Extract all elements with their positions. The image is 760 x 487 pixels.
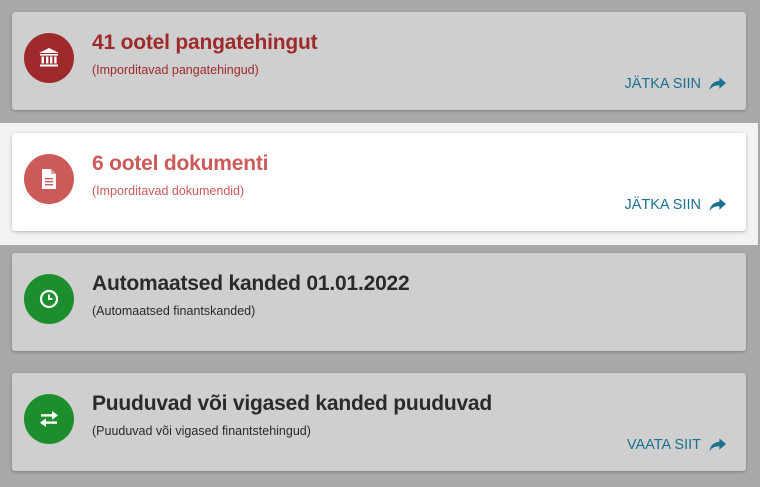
action-label: VAATA SIIT [626, 437, 701, 453]
card-bank-transactions[interactable]: 41 ootel pangatehingut (Imporditavad pan… [12, 12, 746, 110]
transfer-icon [24, 394, 74, 444]
document-icon [24, 154, 74, 204]
dashboard: 41 ootel pangatehingut (Imporditavad pan… [0, 0, 760, 487]
action-label: JÄTKA SIIN [624, 76, 701, 92]
continue-link[interactable]: JÄTKA SIIN [624, 76, 726, 92]
card-subtitle: (Imporditavad pangatehingud) [92, 63, 259, 77]
card-title: 41 ootel pangatehingut [92, 31, 318, 54]
card-subtitle: (Imporditavad dokumendid) [92, 184, 245, 198]
card-subtitle: (Automaatsed finantskanded) [92, 304, 256, 318]
share-arrow-icon [709, 77, 726, 91]
card-title: Puuduvad või vigased kanded puuduvad [92, 392, 493, 415]
card-title: Automaatsed kanded 01.01.2022 [92, 272, 410, 295]
clock-icon [24, 274, 74, 324]
card-title: 6 ootel dokumenti [92, 152, 269, 175]
share-arrow-icon [709, 198, 726, 212]
card-documents[interactable]: 6 ootel dokumenti (Imporditavad dokumend… [12, 133, 746, 231]
card-missing-entries[interactable]: Puuduvad või vigased kanded puuduvad (Pu… [12, 373, 746, 471]
bank-icon [24, 33, 74, 83]
action-label: JÄTKA SIIN [624, 197, 701, 213]
share-arrow-icon [709, 438, 726, 452]
view-link[interactable]: VAATA SIIT [627, 437, 726, 453]
continue-link[interactable]: JÄTKA SIIN [624, 197, 726, 213]
card-subtitle: (Puuduvad või vigased finantstehingud) [92, 424, 311, 438]
card-automatic-entries[interactable]: Automaatsed kanded 01.01.2022 (Automaats… [12, 253, 746, 351]
